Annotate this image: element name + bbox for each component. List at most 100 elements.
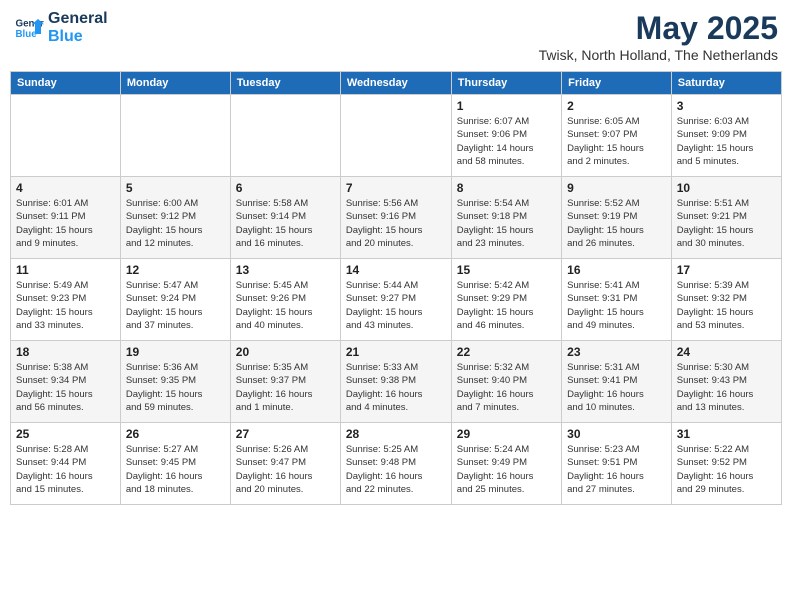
day-info: Sunrise: 6:05 AM Sunset: 9:07 PM Dayligh… [567, 115, 666, 168]
day-cell: 3Sunrise: 6:03 AM Sunset: 9:09 PM Daylig… [671, 95, 781, 177]
day-cell: 27Sunrise: 5:26 AM Sunset: 9:47 PM Dayli… [230, 423, 340, 505]
day-number: 28 [346, 427, 446, 441]
day-cell: 7 Sunrise: 5:56 AM Sunset: 9:16 PM Daylig… [340, 177, 451, 259]
day-info: Sunrise: 5:45 AM Sunset: 9:26 PM Dayligh… [236, 279, 335, 332]
day-cell: 17 Sunrise: 5:39 AM Sunset: 9:32 PM Dayli… [671, 259, 781, 341]
day-cell: 19Sunrise: 5:36 AM Sunset: 9:35 PM Dayli… [120, 341, 230, 423]
calendar-table: SundayMondayTuesdayWednesdayThursdayFrid… [10, 71, 782, 505]
day-number: 21 [346, 345, 446, 359]
day-cell: 1 Sunrise: 6:07 AM Sunset: 9:06 PM Daylig… [451, 95, 561, 177]
day-cell [340, 95, 451, 177]
day-info: Sunrise: 5:41 AM Sunset: 9:31 PM Dayligh… [567, 279, 666, 332]
day-cell: 21 Sunrise: 5:33 AM Sunset: 9:38 PM Dayli… [340, 341, 451, 423]
day-info: Sunrise: 5:24 AM Sunset: 9:49 PM Dayligh… [457, 443, 556, 496]
day-number: 29 [457, 427, 556, 441]
day-info: Sunrise: 5:44 AM Sunset: 9:27 PM Dayligh… [346, 279, 446, 332]
day-info: Sunrise: 5:49 AM Sunset: 9:23 PM Dayligh… [16, 279, 115, 332]
day-number: 4 [16, 181, 115, 195]
day-info: Sunrise: 5:39 AM Sunset: 9:32 PM Dayligh… [677, 279, 776, 332]
day-number: 26 [126, 427, 225, 441]
day-number: 11 [16, 263, 115, 277]
day-cell [230, 95, 340, 177]
day-cell: 4Sunrise: 6:01 AM Sunset: 9:11 PM Daylig… [11, 177, 121, 259]
svg-text:Blue: Blue [16, 29, 38, 40]
day-cell: 12 Sunrise: 5:47 AM Sunset: 9:24 PM Dayli… [120, 259, 230, 341]
day-info: Sunrise: 5:32 AM Sunset: 9:40 PM Dayligh… [457, 361, 556, 414]
day-info: Sunrise: 5:56 AM Sunset: 9:16 PM Dayligh… [346, 197, 446, 250]
day-number: 16 [567, 263, 666, 277]
day-number: 27 [236, 427, 335, 441]
week-row-1: 1 Sunrise: 6:07 AM Sunset: 9:06 PM Daylig… [11, 95, 782, 177]
day-cell: 11 Sunrise: 5:49 AM Sunset: 9:23 PM Dayli… [11, 259, 121, 341]
day-number: 10 [677, 181, 776, 195]
page-header: General Blue General Blue May 2025 Twisk… [10, 10, 782, 63]
day-info: Sunrise: 5:23 AM Sunset: 9:51 PM Dayligh… [567, 443, 666, 496]
day-info: Sunrise: 5:38 AM Sunset: 9:34 PM Dayligh… [16, 361, 115, 414]
day-number: 2 [567, 99, 666, 113]
day-info: Sunrise: 5:25 AM Sunset: 9:48 PM Dayligh… [346, 443, 446, 496]
day-info: Sunrise: 5:36 AM Sunset: 9:35 PM Dayligh… [126, 361, 225, 414]
day-number: 24 [677, 345, 776, 359]
day-info: Sunrise: 6:07 AM Sunset: 9:06 PM Dayligh… [457, 115, 556, 168]
day-info: Sunrise: 5:31 AM Sunset: 9:41 PM Dayligh… [567, 361, 666, 414]
day-cell: 26Sunrise: 5:27 AM Sunset: 9:45 PM Dayli… [120, 423, 230, 505]
day-cell: 2 Sunrise: 6:05 AM Sunset: 9:07 PM Daylig… [562, 95, 672, 177]
day-number: 13 [236, 263, 335, 277]
day-cell: 23 Sunrise: 5:31 AM Sunset: 9:41 PM Dayli… [562, 341, 672, 423]
day-info: Sunrise: 5:33 AM Sunset: 9:38 PM Dayligh… [346, 361, 446, 414]
day-cell: 31 Sunrise: 5:22 AM Sunset: 9:52 PM Dayli… [671, 423, 781, 505]
header-sunday: Sunday [11, 72, 121, 95]
day-cell [11, 95, 121, 177]
logo-general: General [48, 10, 108, 28]
day-number: 7 [346, 181, 446, 195]
day-number: 1 [457, 99, 556, 113]
day-number: 12 [126, 263, 225, 277]
week-row-4: 18 Sunrise: 5:38 AM Sunset: 9:34 PM Dayli… [11, 341, 782, 423]
day-info: Sunrise: 5:22 AM Sunset: 9:52 PM Dayligh… [677, 443, 776, 496]
day-cell: 18 Sunrise: 5:38 AM Sunset: 9:34 PM Dayli… [11, 341, 121, 423]
day-cell: 20 Sunrise: 5:35 AM Sunset: 9:37 PM Dayli… [230, 341, 340, 423]
day-number: 3 [677, 99, 776, 113]
week-row-3: 11 Sunrise: 5:49 AM Sunset: 9:23 PM Dayli… [11, 259, 782, 341]
location: Twisk, North Holland, The Netherlands [539, 47, 778, 63]
day-number: 31 [677, 427, 776, 441]
day-cell: 29 Sunrise: 5:24 AM Sunset: 9:49 PM Dayli… [451, 423, 561, 505]
day-info: Sunrise: 5:30 AM Sunset: 9:43 PM Dayligh… [677, 361, 776, 414]
day-info: Sunrise: 5:54 AM Sunset: 9:18 PM Dayligh… [457, 197, 556, 250]
day-number: 15 [457, 263, 556, 277]
week-row-2: 4Sunrise: 6:01 AM Sunset: 9:11 PM Daylig… [11, 177, 782, 259]
day-info: Sunrise: 5:42 AM Sunset: 9:29 PM Dayligh… [457, 279, 556, 332]
day-number: 30 [567, 427, 666, 441]
day-cell: 5 Sunrise: 6:00 AM Sunset: 9:12 PM Daylig… [120, 177, 230, 259]
day-cell: 9Sunrise: 5:52 AM Sunset: 9:19 PM Daylig… [562, 177, 672, 259]
day-number: 23 [567, 345, 666, 359]
day-info: Sunrise: 5:47 AM Sunset: 9:24 PM Dayligh… [126, 279, 225, 332]
calendar-header-row: SundayMondayTuesdayWednesdayThursdayFrid… [11, 72, 782, 95]
day-cell: 25 Sunrise: 5:28 AM Sunset: 9:44 PM Dayli… [11, 423, 121, 505]
day-cell: 14Sunrise: 5:44 AM Sunset: 9:27 PM Dayli… [340, 259, 451, 341]
logo-blue: Blue [48, 28, 108, 46]
logo-icon: General Blue [14, 13, 44, 43]
day-number: 25 [16, 427, 115, 441]
day-info: Sunrise: 5:52 AM Sunset: 9:19 PM Dayligh… [567, 197, 666, 250]
day-info: Sunrise: 6:00 AM Sunset: 9:12 PM Dayligh… [126, 197, 225, 250]
day-number: 5 [126, 181, 225, 195]
header-monday: Monday [120, 72, 230, 95]
header-tuesday: Tuesday [230, 72, 340, 95]
day-number: 6 [236, 181, 335, 195]
day-cell: 8 Sunrise: 5:54 AM Sunset: 9:18 PM Daylig… [451, 177, 561, 259]
header-wednesday: Wednesday [340, 72, 451, 95]
day-info: Sunrise: 5:51 AM Sunset: 9:21 PM Dayligh… [677, 197, 776, 250]
day-number: 8 [457, 181, 556, 195]
day-cell: 10 Sunrise: 5:51 AM Sunset: 9:21 PM Dayli… [671, 177, 781, 259]
day-cell: 28 Sunrise: 5:25 AM Sunset: 9:48 PM Dayli… [340, 423, 451, 505]
day-number: 18 [16, 345, 115, 359]
day-number: 20 [236, 345, 335, 359]
day-cell: 6Sunrise: 5:58 AM Sunset: 9:14 PM Daylig… [230, 177, 340, 259]
day-number: 17 [677, 263, 776, 277]
day-info: Sunrise: 5:35 AM Sunset: 9:37 PM Dayligh… [236, 361, 335, 414]
day-cell: 30 Sunrise: 5:23 AM Sunset: 9:51 PM Dayli… [562, 423, 672, 505]
day-cell: 22Sunrise: 5:32 AM Sunset: 9:40 PM Dayli… [451, 341, 561, 423]
day-cell: 24 Sunrise: 5:30 AM Sunset: 9:43 PM Dayli… [671, 341, 781, 423]
day-info: Sunrise: 5:28 AM Sunset: 9:44 PM Dayligh… [16, 443, 115, 496]
